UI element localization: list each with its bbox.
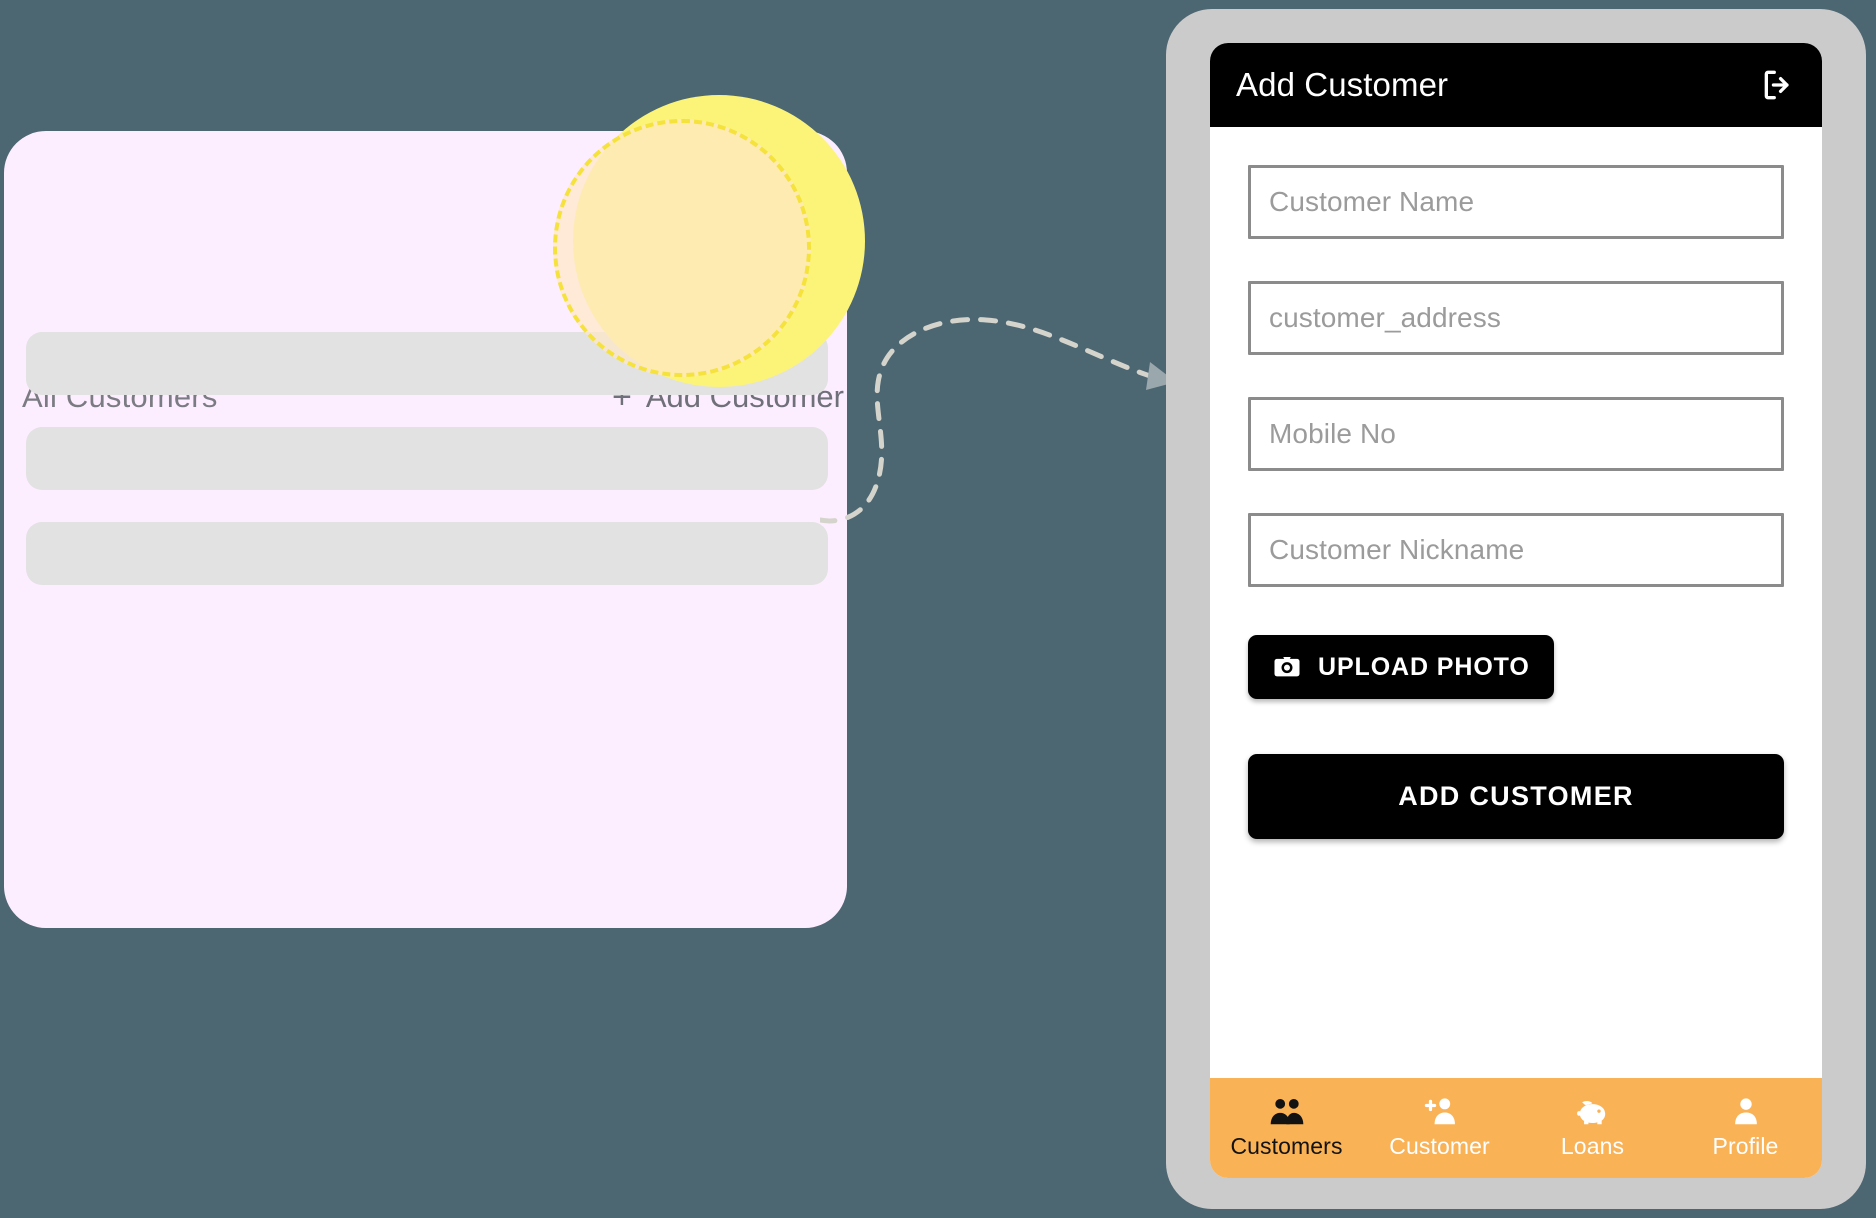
customer-name-placeholder: Customer Name [1269, 186, 1475, 217]
nav-item-customers[interactable]: Customers [1210, 1096, 1363, 1160]
customer-nickname-placeholder: Customer Nickname [1269, 534, 1525, 565]
list-item[interactable] [26, 522, 828, 585]
upload-photo-label: UPLOAD PHOTO [1318, 652, 1530, 681]
nav-item-loans[interactable]: Loans [1516, 1096, 1669, 1160]
add-customer-submit-button[interactable]: ADD CUSTOMER [1248, 754, 1784, 839]
phone-frame: Add Customer Customer Name customer_addr… [1166, 9, 1866, 1209]
camera-icon [1274, 657, 1300, 677]
mobile-no-placeholder: Mobile No [1269, 418, 1396, 449]
phone-screen: Add Customer Customer Name customer_addr… [1210, 43, 1822, 1178]
highlight-ring-circle [553, 119, 811, 377]
app-header: Add Customer [1210, 43, 1822, 127]
people-group-icon [1270, 1098, 1303, 1125]
customer-name-field[interactable]: Customer Name [1248, 165, 1784, 239]
add-customer-form: Customer Name customer_address Mobile No… [1210, 127, 1822, 1078]
mobile-no-field[interactable]: Mobile No [1248, 397, 1784, 471]
app-title: Add Customer [1236, 66, 1449, 103]
customer-address-placeholder: customer_address [1269, 302, 1501, 333]
nav-label-customer: Customer [1389, 1133, 1490, 1159]
upload-photo-button[interactable]: UPLOAD PHOTO [1248, 635, 1554, 699]
customer-nickname-field[interactable]: Customer Nickname [1248, 513, 1784, 587]
list-item[interactable] [26, 427, 828, 490]
nav-label-profile: Profile [1712, 1133, 1779, 1159]
nav-label-customers: Customers [1230, 1133, 1343, 1159]
nav-item-profile[interactable]: Profile [1669, 1096, 1822, 1160]
connector-arrow-icon [820, 316, 1176, 524]
nav-item-customer[interactable]: Customer [1363, 1096, 1516, 1160]
person-add-icon [1424, 1098, 1455, 1125]
logout-icon[interactable] [1760, 66, 1798, 104]
bottom-navigation-bar: Customers Customer Loans Profile [1210, 1078, 1822, 1178]
nav-label-loans: Loans [1560, 1133, 1625, 1159]
person-icon [1734, 1098, 1757, 1125]
customer-address-field[interactable]: customer_address [1248, 281, 1784, 355]
piggy-bank-icon [1576, 1101, 1605, 1125]
